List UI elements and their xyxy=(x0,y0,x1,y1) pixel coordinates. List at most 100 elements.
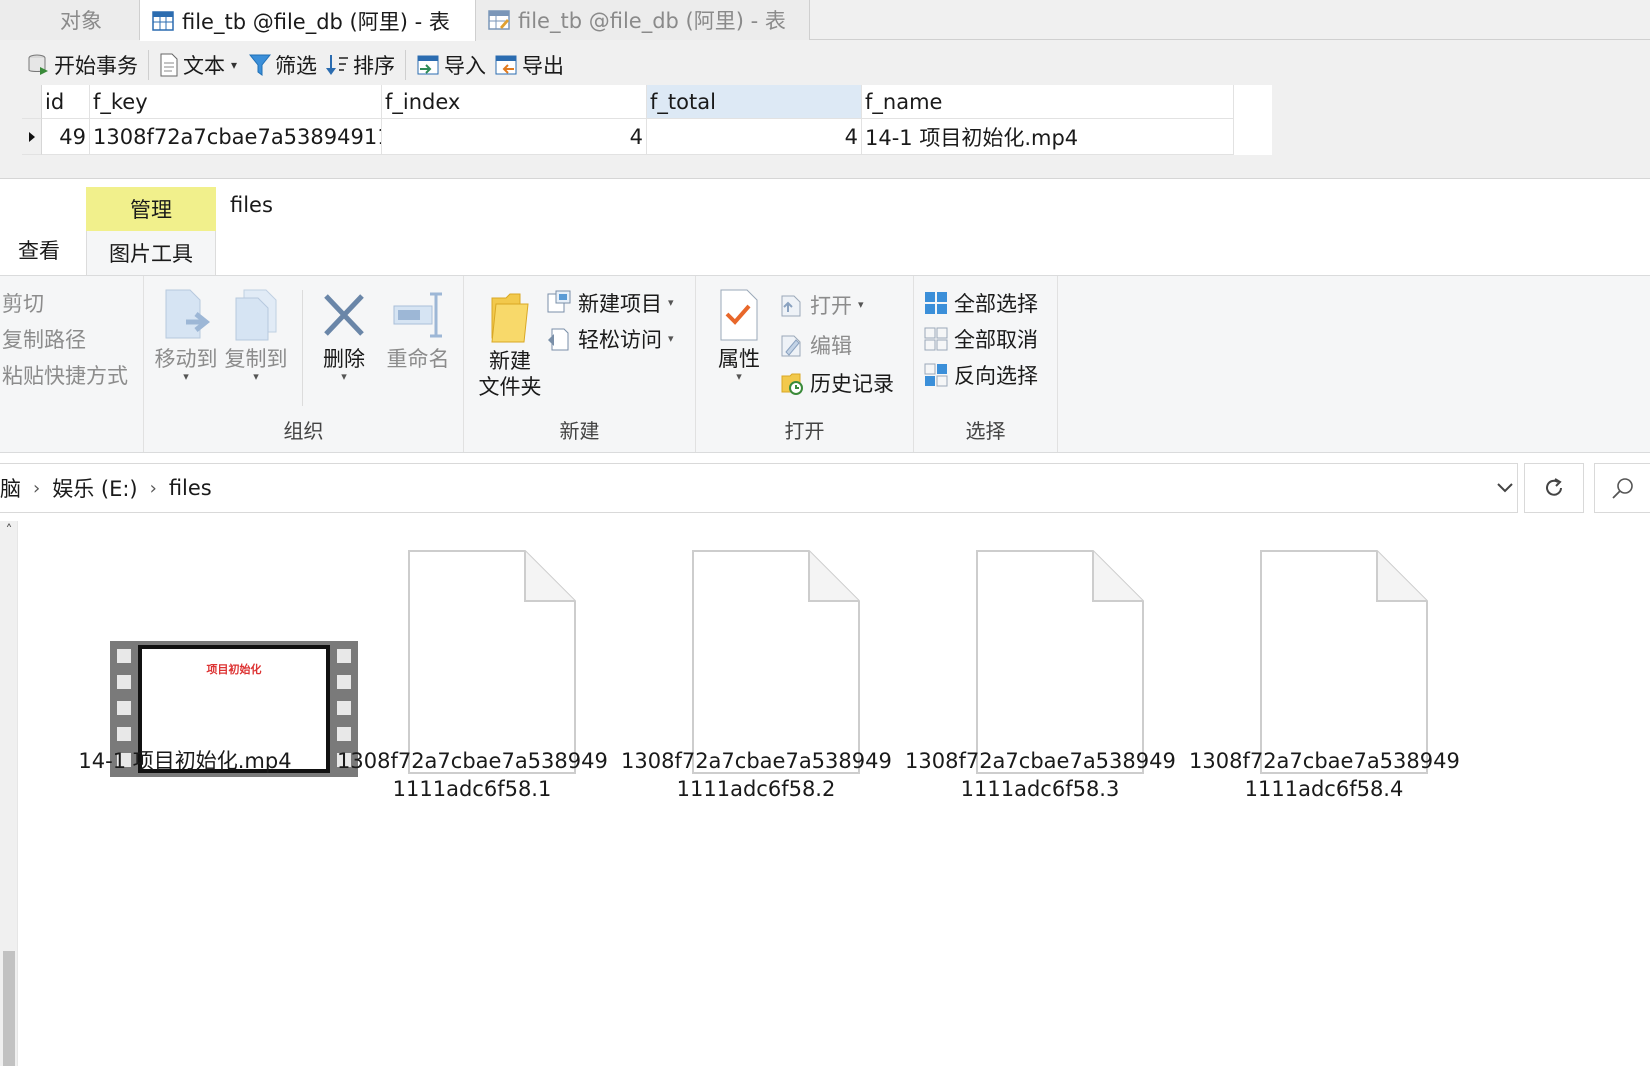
new-item-label: 新建项目 xyxy=(578,292,662,316)
file-name-line2: 1111adc6f58.3 xyxy=(960,777,1120,801)
vertical-scrollbar[interactable]: ˄ xyxy=(0,521,18,1066)
rename-button[interactable]: 重命名 xyxy=(378,288,458,372)
open-button[interactable]: 打开 ▾ xyxy=(780,290,864,320)
address-history-button[interactable] xyxy=(1488,463,1522,513)
history-icon xyxy=(781,373,803,395)
sort-label: 排序 xyxy=(353,54,396,78)
rename-icon xyxy=(393,292,442,338)
select-none-button[interactable]: 全部取消 xyxy=(924,324,1038,354)
properties-button[interactable]: 属性 ▾ xyxy=(708,288,770,382)
tab-file-tb-design[interactable]: file_tb @file_db (阿里) - 表 xyxy=(476,0,810,40)
export-button[interactable]: 导出 xyxy=(490,48,568,82)
toolbar-divider xyxy=(405,50,407,80)
address-bar[interactable]: 脑 › 娱乐 (E:) › files xyxy=(0,463,1518,513)
scrollbar-thumb[interactable] xyxy=(3,951,15,1066)
sort-icon xyxy=(326,55,349,75)
refresh-button[interactable] xyxy=(1524,463,1584,513)
import-label: 导入 xyxy=(444,54,487,78)
import-icon xyxy=(417,55,439,75)
ribbon-tab-bar: 管理 图片工具 查看 files xyxy=(0,179,1650,275)
scroll-up-icon[interactable]: ˄ xyxy=(0,523,18,539)
context-tab-manage[interactable]: 管理 xyxy=(86,187,216,231)
data-grid: id f_key f_index f_total f_name 49 1308f… xyxy=(22,85,1272,155)
tab-file-tb-active[interactable]: file_tb @file_db (阿里) - 表 xyxy=(140,0,476,41)
cell-f-index[interactable]: 4 xyxy=(382,119,647,155)
tab-objects[interactable]: 对象 xyxy=(0,0,140,40)
invert-selection-icon xyxy=(924,363,948,387)
group-label-organize: 组织 xyxy=(283,419,324,443)
paste-shortcut-label: 粘贴快捷方式 xyxy=(2,364,128,388)
breadcrumb-item[interactable]: 脑 xyxy=(0,473,21,503)
edit-button[interactable]: 编辑 xyxy=(780,330,852,360)
file-item[interactable]: 1308f72a7cbae7a538949 1111adc6f58.3 xyxy=(905,521,1176,851)
chevron-down-icon[interactable]: ▾ xyxy=(231,58,237,72)
address-bar-row: 脑 › 娱乐 (E:) › files xyxy=(0,453,1650,521)
file-item-video[interactable]: 项目初始化 14-1 项目初始化.mp4 xyxy=(50,521,358,851)
properties-label: 属性 xyxy=(718,347,760,371)
file-name: 1308f72a7cbae7a538949 1111adc6f58.3 xyxy=(905,747,1176,803)
begin-transaction-icon xyxy=(28,54,48,75)
file-name: 1308f72a7cbae7a538949 1111adc6f58.4 xyxy=(1189,747,1460,803)
begin-transaction-label: 开始事务 xyxy=(54,54,138,78)
file-name-line1: 1308f72a7cbae7a538949 xyxy=(337,749,608,773)
column-header-f-total[interactable]: f_total xyxy=(647,85,862,119)
file-item[interactable]: 1308f72a7cbae7a538949 1111adc6f58.2 xyxy=(621,521,892,851)
properties-icon xyxy=(720,289,758,341)
column-header-id[interactable]: id xyxy=(42,85,90,119)
text-label: 文本 xyxy=(183,54,225,78)
filter-label: 筛选 xyxy=(275,54,318,78)
chevron-down-icon: ▾ xyxy=(736,370,742,383)
delete-button[interactable]: 删除 ▾ xyxy=(310,288,378,382)
document-icon xyxy=(1260,550,1428,774)
select-none-icon xyxy=(924,327,948,351)
copy-path-button[interactable]: 复制路径 xyxy=(2,324,86,354)
cell-id[interactable]: 49 xyxy=(42,119,90,155)
invert-selection-button[interactable]: 反向选择 xyxy=(924,360,1038,390)
history-label: 历史记录 xyxy=(810,372,894,396)
new-folder-button[interactable]: 新建 文件夹 xyxy=(472,288,548,400)
file-item[interactable]: 1308f72a7cbae7a538949 1111adc6f58.1 xyxy=(337,521,608,851)
sort-button[interactable]: 排序 xyxy=(321,48,399,82)
history-button[interactable]: 历史记录 xyxy=(780,368,894,398)
column-header-f-index[interactable]: f_index xyxy=(382,85,647,119)
cell-f-key[interactable]: 1308f72a7cbae7a5389491111a xyxy=(90,119,382,155)
ribbon-group-organize: 移动到 ▾ 复制到 ▾ 删除 ▾ 重命名 组织 xyxy=(144,276,464,452)
chevron-down-icon: ▾ xyxy=(858,298,864,311)
column-header-f-key[interactable]: f_key xyxy=(90,85,382,119)
ribbon-group-open: 属性 ▾ 打开 ▾ 编辑 历史记录 打开 xyxy=(696,276,914,452)
new-folder-label-line1: 新建 xyxy=(489,349,531,373)
new-item-button[interactable]: 新建项目 ▾ xyxy=(546,288,674,318)
chevron-right-icon[interactable]: › xyxy=(150,478,157,499)
column-header-f-name[interactable]: f_name xyxy=(862,85,1234,119)
cell-f-total[interactable]: 4 xyxy=(647,119,862,155)
search-box[interactable] xyxy=(1594,463,1650,513)
text-button[interactable]: 文本 ▾ xyxy=(155,48,245,82)
chevron-right-icon[interactable]: › xyxy=(33,478,40,499)
paste-shortcut-button[interactable]: 粘贴快捷方式 xyxy=(2,360,128,390)
tab-view[interactable]: 查看 xyxy=(18,235,60,265)
file-name-line1: 1308f72a7cbae7a538949 xyxy=(621,749,892,773)
filter-button[interactable]: 筛选 xyxy=(245,48,321,82)
cell-f-name[interactable]: 14-1 项目初始化.mp4 xyxy=(862,119,1234,155)
select-all-button[interactable]: 全部选择 xyxy=(924,288,1038,318)
breadcrumb-item[interactable]: files xyxy=(169,476,212,500)
move-to-button[interactable]: 移动到 ▾ xyxy=(152,288,220,382)
rename-label: 重命名 xyxy=(386,347,450,371)
import-button[interactable]: 导入 xyxy=(412,48,490,82)
file-item[interactable]: 1308f72a7cbae7a538949 1111adc6f58.4 xyxy=(1189,521,1460,851)
cut-button[interactable]: 剪切 xyxy=(2,288,44,318)
toolbar-divider xyxy=(148,50,149,80)
group-divider xyxy=(302,290,303,406)
invert-selection-label: 反向选择 xyxy=(954,364,1038,388)
tab-picture-tools[interactable]: 图片工具 xyxy=(86,231,216,275)
easy-access-icon xyxy=(548,328,569,351)
export-icon xyxy=(495,55,517,75)
navicat-window: 对象 file_tb @file_db (阿里) - 表 file_tb @fi… xyxy=(0,0,1650,178)
table-row[interactable]: 49 1308f72a7cbae7a5389491111a 4 4 14-1 项… xyxy=(22,119,1272,155)
begin-transaction-button[interactable]: 开始事务 xyxy=(22,48,142,82)
file-name-line2: 1111adc6f58.4 xyxy=(1244,777,1404,801)
breadcrumb-item[interactable]: 娱乐 (E:) xyxy=(52,473,137,503)
edit-label: 编辑 xyxy=(810,334,852,358)
copy-to-button[interactable]: 复制到 ▾ xyxy=(222,288,290,382)
easy-access-button[interactable]: 轻松访问 ▾ xyxy=(546,324,674,354)
